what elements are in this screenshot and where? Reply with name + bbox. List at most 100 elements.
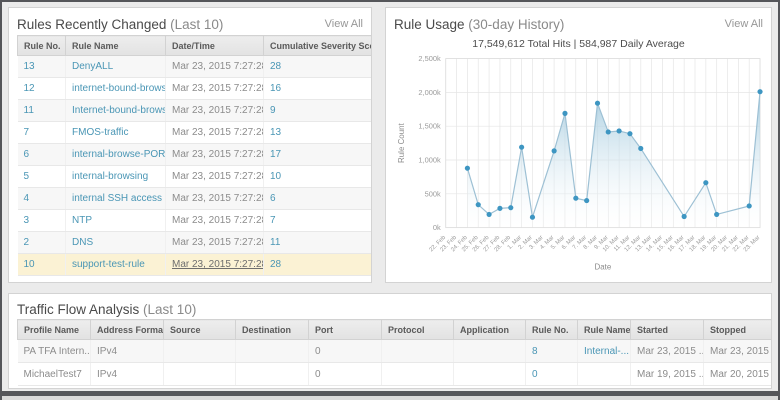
column-header: Started (631, 320, 704, 340)
data-point[interactable] (487, 212, 492, 217)
rule-name-link[interactable]: internal-browsing (66, 166, 166, 188)
rule-date: Mar 23, 2015 7:27:28 ... (166, 254, 264, 276)
rule-name-link[interactable]: FMOS-traffic (66, 122, 166, 144)
rule-date: Mar 23, 2015 7:27:28 ... (166, 122, 264, 144)
rule-no-link[interactable]: 5 (18, 166, 66, 188)
traffic-flow-table: Profile NameAddress FormatSourceDestinat… (17, 319, 772, 386)
column-header: Cumulative Severity Score (264, 36, 373, 56)
rule-date: Mar 23, 2015 7:27:28 ... (166, 78, 264, 100)
rule-name-link[interactable] (578, 363, 631, 386)
rule-name-link[interactable]: Internet-bound-brows... (66, 100, 166, 122)
dashboard-window: Rules Recently Changed (Last 10) View Al… (0, 0, 780, 400)
rule-name-link[interactable]: internet-bound-brows... (66, 78, 166, 100)
stopped: Mar 23, 2015 ... (704, 340, 773, 363)
source (164, 340, 236, 363)
table-row[interactable]: 4internal SSH accessMar 23, 2015 7:27:28… (18, 188, 373, 210)
flow-panel-title-suffix: (Last 10) (139, 302, 196, 317)
rule-no-link[interactable]: 13 (18, 56, 66, 78)
rule-name-link[interactable]: NTP (66, 210, 166, 232)
data-point[interactable] (638, 146, 643, 151)
table-row[interactable]: 6internal-browse-PORTMar 23, 2015 7:27:2… (18, 144, 373, 166)
data-point[interactable] (497, 206, 502, 211)
address-format: IPv4 (91, 340, 164, 363)
severity-score: 11 (264, 232, 373, 254)
rule-date: Mar 23, 2015 7:27:28 ... (166, 210, 264, 232)
destination (236, 363, 309, 386)
table-row[interactable]: MichaelTest7IPv400Mar 19, 2015 ...Mar 20… (18, 363, 773, 386)
column-header: Stopped (704, 320, 773, 340)
rule-name-link[interactable]: internal-browse-PORT (66, 144, 166, 166)
table-row[interactable]: 3NTPMar 23, 2015 7:27:28 ...7 (18, 210, 373, 232)
data-point[interactable] (714, 212, 719, 217)
rule-name-link[interactable]: DenyALL (66, 56, 166, 78)
rule-name-link[interactable]: support-test-rule (66, 254, 166, 276)
rule-no-link[interactable]: 11 (18, 100, 66, 122)
severity-score: 16 (264, 78, 373, 100)
column-header: Rule No. (18, 36, 66, 56)
column-header: Application (454, 320, 526, 340)
data-point[interactable] (584, 198, 589, 203)
svg-text:0k: 0k (433, 223, 441, 232)
data-point[interactable] (465, 166, 470, 171)
address-format: IPv4 (91, 363, 164, 386)
rule-no-link[interactable]: 10 (18, 254, 66, 276)
data-point[interactable] (682, 214, 687, 219)
rule-no-link[interactable]: 2 (18, 232, 66, 254)
flow-panel-title: Traffic Flow Analysis (Last 10) (17, 302, 196, 317)
data-point[interactable] (747, 203, 752, 208)
rules-panel-header: Rules Recently Changed (Last 10) View Al… (17, 13, 363, 35)
rules-view-all-link[interactable]: View All (325, 18, 363, 30)
rule-no-link[interactable]: 4 (18, 188, 66, 210)
data-point[interactable] (606, 129, 611, 134)
data-point[interactable] (757, 89, 762, 94)
data-point[interactable] (552, 148, 557, 153)
rule-name-link[interactable]: internal SSH access (66, 188, 166, 210)
data-point[interactable] (703, 180, 708, 185)
severity-score: 6 (264, 188, 373, 210)
svg-text:2,000k: 2,000k (418, 88, 441, 97)
data-point[interactable] (617, 128, 622, 133)
rule-no-link[interactable]: 7 (18, 122, 66, 144)
data-point[interactable] (519, 145, 524, 150)
rule-name-link[interactable]: Internal-... (578, 340, 631, 363)
column-header: Rule No. (526, 320, 578, 340)
data-point[interactable] (595, 101, 600, 106)
rules-panel-title: Rules Recently Changed (Last 10) (17, 17, 223, 32)
rule-no-link[interactable]: 8 (526, 340, 578, 363)
column-header: Profile Name (18, 320, 91, 340)
rule-name-link[interactable]: DNS (66, 232, 166, 254)
flow-table-header-row: Profile NameAddress FormatSourceDestinat… (18, 320, 773, 340)
table-row[interactable]: 11Internet-bound-brows...Mar 23, 2015 7:… (18, 100, 373, 122)
table-row[interactable]: 12internet-bound-brows...Mar 23, 2015 7:… (18, 78, 373, 100)
data-point[interactable] (476, 202, 481, 207)
table-row[interactable]: 5internal-browsingMar 23, 2015 7:27:28 .… (18, 166, 373, 188)
profile-name: MichaelTest7 (18, 363, 91, 386)
table-row[interactable]: 2DNSMar 23, 2015 7:27:28 ...11 (18, 232, 373, 254)
traffic-flow-panel: Traffic Flow Analysis (Last 10) Profile … (8, 293, 772, 389)
data-point[interactable] (573, 196, 578, 201)
data-point[interactable] (508, 205, 513, 210)
rule-no-link[interactable]: 6 (18, 144, 66, 166)
table-row[interactable]: 7FMOS-trafficMar 23, 2015 7:27:28 ...13 (18, 122, 373, 144)
table-row[interactable]: 10support-test-ruleMar 23, 2015 7:27:28 … (18, 254, 373, 276)
application (454, 363, 526, 386)
data-point[interactable] (627, 131, 632, 136)
window-frame-bottom-edge (2, 396, 778, 400)
dashboard-content: Rules Recently Changed (Last 10) View Al… (2, 2, 778, 391)
usage-view-all-link[interactable]: View All (725, 18, 763, 30)
table-row[interactable]: PA TFA Intern...IPv408Internal-...Mar 23… (18, 340, 773, 363)
column-header: Protocol (382, 320, 454, 340)
rule-no-link[interactable]: 12 (18, 78, 66, 100)
severity-score: 28 (264, 56, 373, 78)
started: Mar 23, 2015 ... (631, 340, 704, 363)
table-row[interactable]: 13DenyALLMar 23, 2015 7:27:28 ...28 (18, 56, 373, 78)
rules-recently-changed-panel: Rules Recently Changed (Last 10) View Al… (8, 7, 372, 283)
rule-usage-chart: 0k500k1,000k1,500k2,000k2,500k22. Feb23.… (394, 50, 766, 276)
destination (236, 340, 309, 363)
severity-score: 13 (264, 122, 373, 144)
data-point[interactable] (562, 111, 567, 116)
data-point[interactable] (530, 215, 535, 220)
svg-text:1,500k: 1,500k (418, 122, 441, 131)
rule-no-link[interactable]: 0 (526, 363, 578, 386)
rule-no-link[interactable]: 3 (18, 210, 66, 232)
